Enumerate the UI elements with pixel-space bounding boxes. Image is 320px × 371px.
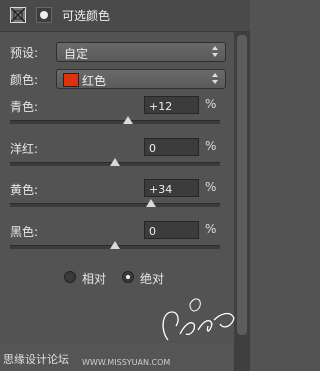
slider-track[interactable] xyxy=(10,120,220,124)
colors-label: 颜色: xyxy=(10,73,39,87)
forum-watermark: 思缘设计论坛 xyxy=(3,353,69,366)
percent-unit: % xyxy=(205,222,217,236)
layer-mask-icon[interactable] xyxy=(36,7,52,23)
relative-label: 相对 xyxy=(82,272,107,286)
panel-header: 可选颜色 xyxy=(0,0,250,32)
slider-thumb[interactable] xyxy=(145,199,156,207)
dropdown-arrows-icon xyxy=(212,73,219,85)
preset-label: 预设: xyxy=(10,46,39,60)
slider-label: 青色: xyxy=(10,100,39,114)
preset-dropdown[interactable]: 自定 xyxy=(56,42,226,62)
slider-value-input[interactable]: +12 xyxy=(144,96,199,114)
percent-unit: % xyxy=(205,97,217,111)
slider-thumb[interactable] xyxy=(122,116,133,124)
slider-thumb[interactable] xyxy=(110,158,120,166)
site-watermark: WWW.MISSYUAN.COM xyxy=(82,358,171,367)
relative-radio[interactable] xyxy=(64,271,76,283)
absolute-label: 绝对 xyxy=(140,272,165,286)
adjustment-layer-icon[interactable] xyxy=(10,7,26,23)
percent-unit: % xyxy=(205,180,217,194)
absolute-radio[interactable] xyxy=(122,271,134,283)
slider-value-input[interactable]: 0 xyxy=(144,138,199,156)
dropdown-arrows-icon xyxy=(212,46,219,58)
slider-value-input[interactable]: 0 xyxy=(144,221,199,239)
slider-label: 洋红: xyxy=(10,142,39,156)
slider-track[interactable] xyxy=(10,203,220,207)
colors-dropdown[interactable]: 红色 xyxy=(56,69,226,89)
slider-label: 黑色: xyxy=(10,225,39,239)
slider-thumb[interactable] xyxy=(110,241,120,249)
slider-value-input[interactable]: +34 xyxy=(144,179,199,197)
color-swatch xyxy=(63,73,79,87)
panel-title: 可选颜色 xyxy=(62,9,111,23)
colors-value: 红色 xyxy=(82,74,107,88)
percent-unit: % xyxy=(205,139,217,153)
preset-value: 自定 xyxy=(64,47,89,61)
footer-bar: 思缘设计论坛 WWW.MISSYUAN.COM xyxy=(0,343,234,371)
slider-label: 黄色: xyxy=(10,183,39,197)
